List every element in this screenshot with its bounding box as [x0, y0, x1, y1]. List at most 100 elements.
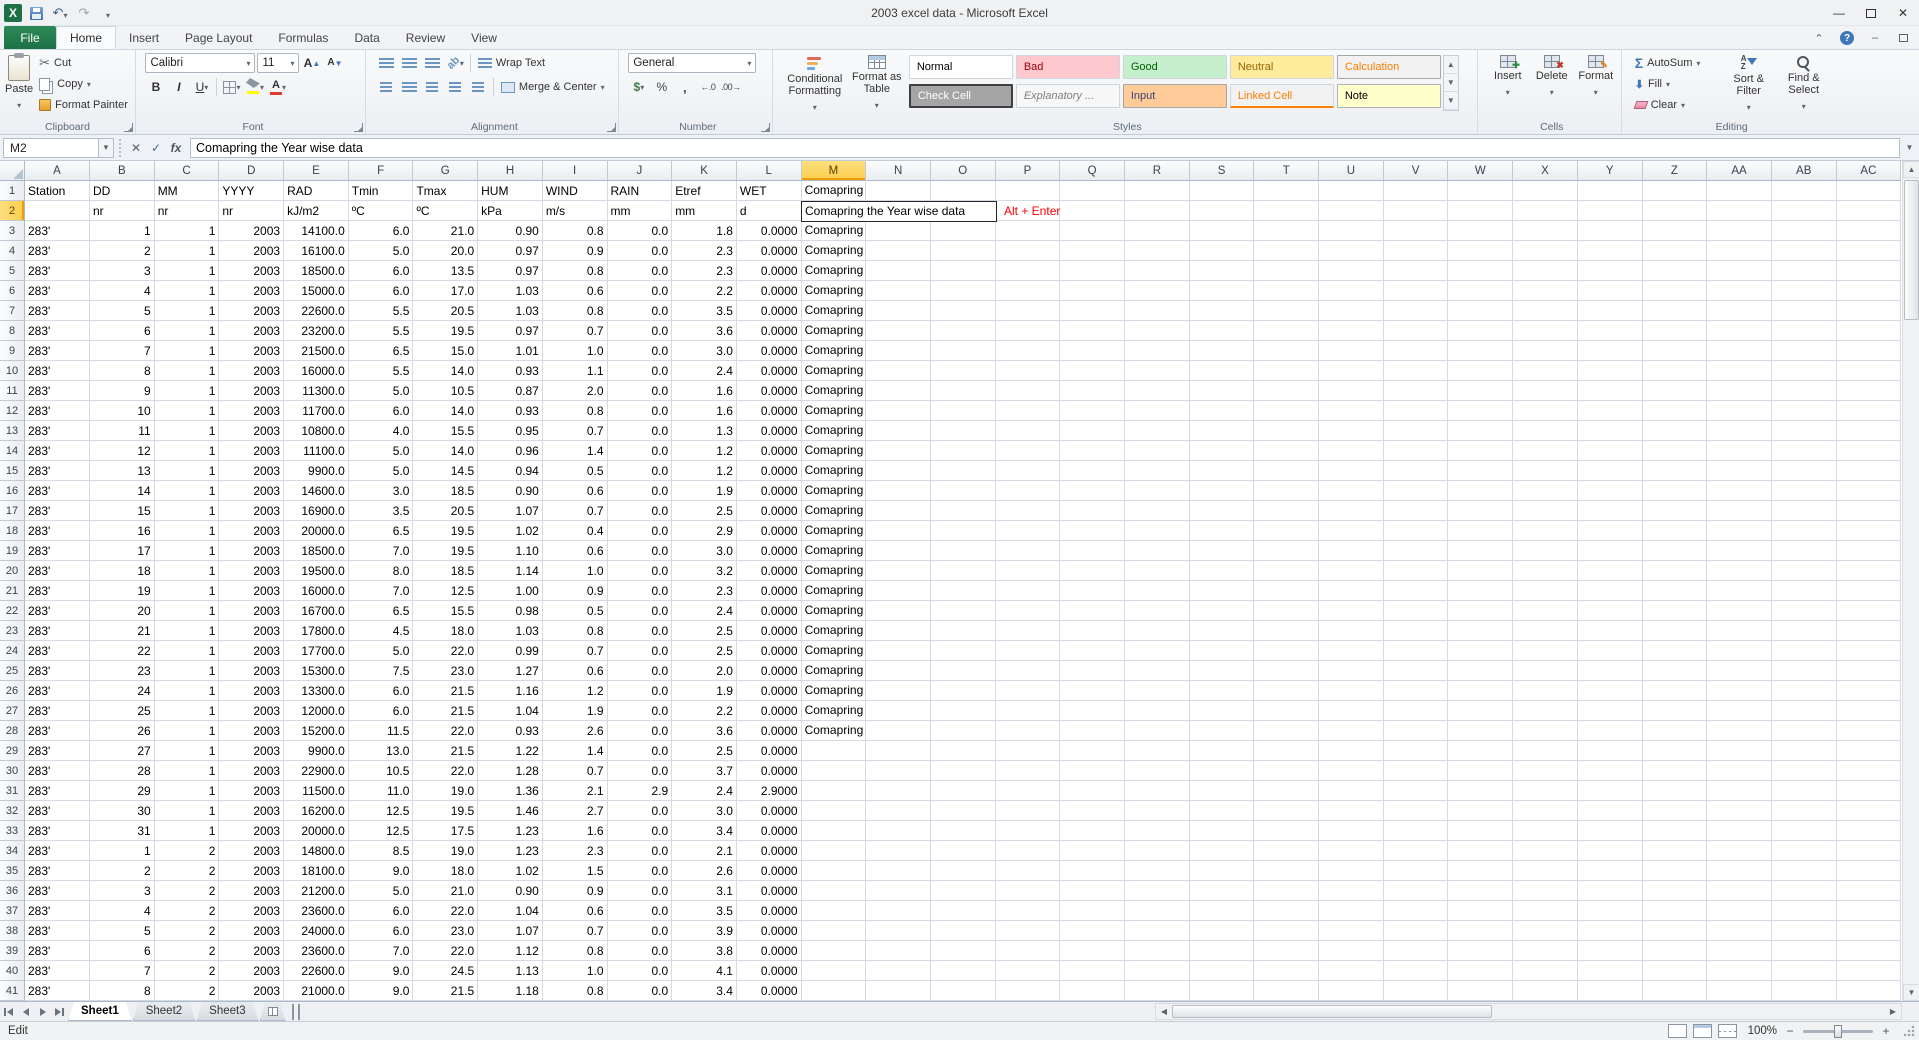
cell-G6[interactable]: 17.0: [413, 281, 479, 301]
ribbon-tab-page-layout[interactable]: Page Layout: [172, 26, 265, 49]
cell-A33[interactable]: 283': [25, 821, 90, 841]
cell-AC36[interactable]: [1836, 881, 1902, 901]
sheet-tab-sheet3[interactable]: Sheet3: [196, 1002, 258, 1021]
cell-O6[interactable]: [930, 281, 996, 301]
cell-B38[interactable]: 5: [90, 921, 155, 941]
cell-I4[interactable]: 0.9: [542, 241, 608, 261]
cell-V15[interactable]: [1383, 461, 1449, 481]
cell-J20[interactable]: 0.0: [607, 561, 673, 581]
cell-X13[interactable]: [1513, 421, 1578, 441]
cell-B2[interactable]: nr: [90, 201, 155, 221]
cell-H29[interactable]: 1.22: [478, 741, 543, 761]
cell-AC22[interactable]: [1836, 601, 1902, 621]
cell-P29[interactable]: [995, 741, 1061, 761]
cell-AC31[interactable]: [1836, 781, 1902, 801]
cell-Y40[interactable]: [1577, 961, 1643, 981]
zoom-out-button[interactable]: −: [1783, 1024, 1797, 1038]
cell-O7[interactable]: [930, 301, 996, 321]
cell-A10[interactable]: 283': [25, 361, 90, 381]
cell-N5[interactable]: [866, 261, 931, 281]
next-sheet-button[interactable]: [34, 1004, 51, 1020]
cell-G26[interactable]: 21.5: [413, 681, 479, 701]
cell-Y7[interactable]: [1577, 301, 1643, 321]
cell-R18[interactable]: [1125, 521, 1190, 541]
cell-W27[interactable]: [1448, 701, 1514, 721]
cell-Z29[interactable]: [1642, 741, 1708, 761]
zoom-slider-thumb[interactable]: [1834, 1024, 1842, 1038]
cell-Y19[interactable]: [1577, 541, 1643, 561]
expand-formula-bar-button[interactable]: ▼: [1902, 138, 1917, 158]
row-header-18[interactable]: 18: [0, 521, 25, 541]
cell-S16[interactable]: [1189, 481, 1255, 501]
cell-T41[interactable]: [1254, 981, 1320, 1001]
cell-AA4[interactable]: [1707, 241, 1772, 261]
scroll-up-button[interactable]: ▲: [1903, 161, 1919, 178]
vertical-scrollbar[interactable]: ▲ ▼: [1902, 161, 1919, 1001]
cell-Q19[interactable]: [1060, 541, 1125, 561]
cell-I30[interactable]: 0.7: [542, 761, 608, 781]
cell-G2[interactable]: ºC: [413, 201, 479, 221]
row-header-3[interactable]: 3: [0, 221, 25, 241]
cell-A28[interactable]: 283': [25, 721, 90, 741]
cell-P7[interactable]: [995, 301, 1061, 321]
cell-V21[interactable]: [1383, 581, 1449, 601]
cell-L2[interactable]: d: [736, 201, 802, 221]
cell-W5[interactable]: [1448, 261, 1514, 281]
cell-V13[interactable]: [1383, 421, 1449, 441]
cell-B27[interactable]: 25: [90, 701, 155, 721]
cell-M12[interactable]: Comapring the Year wise data: [801, 401, 867, 421]
row-header-35[interactable]: 35: [0, 861, 25, 881]
cell-L28[interactable]: 0.0000: [736, 721, 802, 741]
alignment-dialog-launcher[interactable]: [606, 123, 616, 132]
cell-D26[interactable]: 2003: [219, 681, 285, 701]
cell-AC12[interactable]: [1836, 401, 1902, 421]
cell-Z23[interactable]: [1642, 621, 1708, 641]
cell-S40[interactable]: [1189, 961, 1255, 981]
cell-M10[interactable]: Comapring the Year wise data: [801, 361, 867, 381]
cell-C32[interactable]: 1: [154, 801, 220, 821]
cell-V10[interactable]: [1383, 361, 1449, 381]
cell-H23[interactable]: 1.03: [478, 621, 543, 641]
cell-N15[interactable]: [866, 461, 931, 481]
cell-AC10[interactable]: [1836, 361, 1902, 381]
cell-R30[interactable]: [1125, 761, 1190, 781]
cell-K33[interactable]: 3.4: [672, 821, 737, 841]
cell-Q18[interactable]: [1060, 521, 1125, 541]
cell-A7[interactable]: 283': [25, 301, 90, 321]
cell-N41[interactable]: [866, 981, 931, 1001]
cell-V17[interactable]: [1383, 501, 1449, 521]
cell-W9[interactable]: [1448, 341, 1514, 361]
cell-G12[interactable]: 14.0: [413, 401, 479, 421]
cell-W11[interactable]: [1448, 381, 1514, 401]
cell-L30[interactable]: 0.0000: [736, 761, 802, 781]
cell-V25[interactable]: [1383, 661, 1449, 681]
cell-style-input[interactable]: Input: [1122, 84, 1227, 108]
row-header-26[interactable]: 26: [0, 681, 25, 701]
cell-L22[interactable]: 0.0000: [736, 601, 802, 621]
fill-color-button[interactable]: [244, 77, 265, 97]
cell-S41[interactable]: [1189, 981, 1255, 1001]
cell-AC4[interactable]: [1836, 241, 1902, 261]
cell-AB28[interactable]: [1771, 721, 1837, 741]
cell-AB4[interactable]: [1771, 241, 1837, 261]
cell-L18[interactable]: 0.0000: [736, 521, 802, 541]
cell-AB10[interactable]: [1771, 361, 1837, 381]
cell-I35[interactable]: 1.5: [542, 861, 608, 881]
cell-R8[interactable]: [1125, 321, 1190, 341]
cell-A19[interactable]: 283': [25, 541, 90, 561]
cell-A21[interactable]: 283': [25, 581, 90, 601]
cell-K25[interactable]: 2.0: [672, 661, 737, 681]
row-header-23[interactable]: 23: [0, 621, 25, 641]
cell-C3[interactable]: 1: [154, 221, 220, 241]
cell-AB1[interactable]: [1771, 181, 1837, 201]
cell-Q23[interactable]: [1060, 621, 1125, 641]
cell-AC14[interactable]: [1836, 441, 1902, 461]
cell-R36[interactable]: [1125, 881, 1190, 901]
font-color-button[interactable]: A: [267, 77, 288, 97]
cell-X17[interactable]: [1513, 501, 1578, 521]
cell-S36[interactable]: [1189, 881, 1255, 901]
cell-F13[interactable]: 4.0: [348, 421, 414, 441]
maximize-button[interactable]: [1855, 0, 1887, 26]
cell-C6[interactable]: 1: [154, 281, 220, 301]
cell-E13[interactable]: 10800.0: [284, 421, 349, 441]
